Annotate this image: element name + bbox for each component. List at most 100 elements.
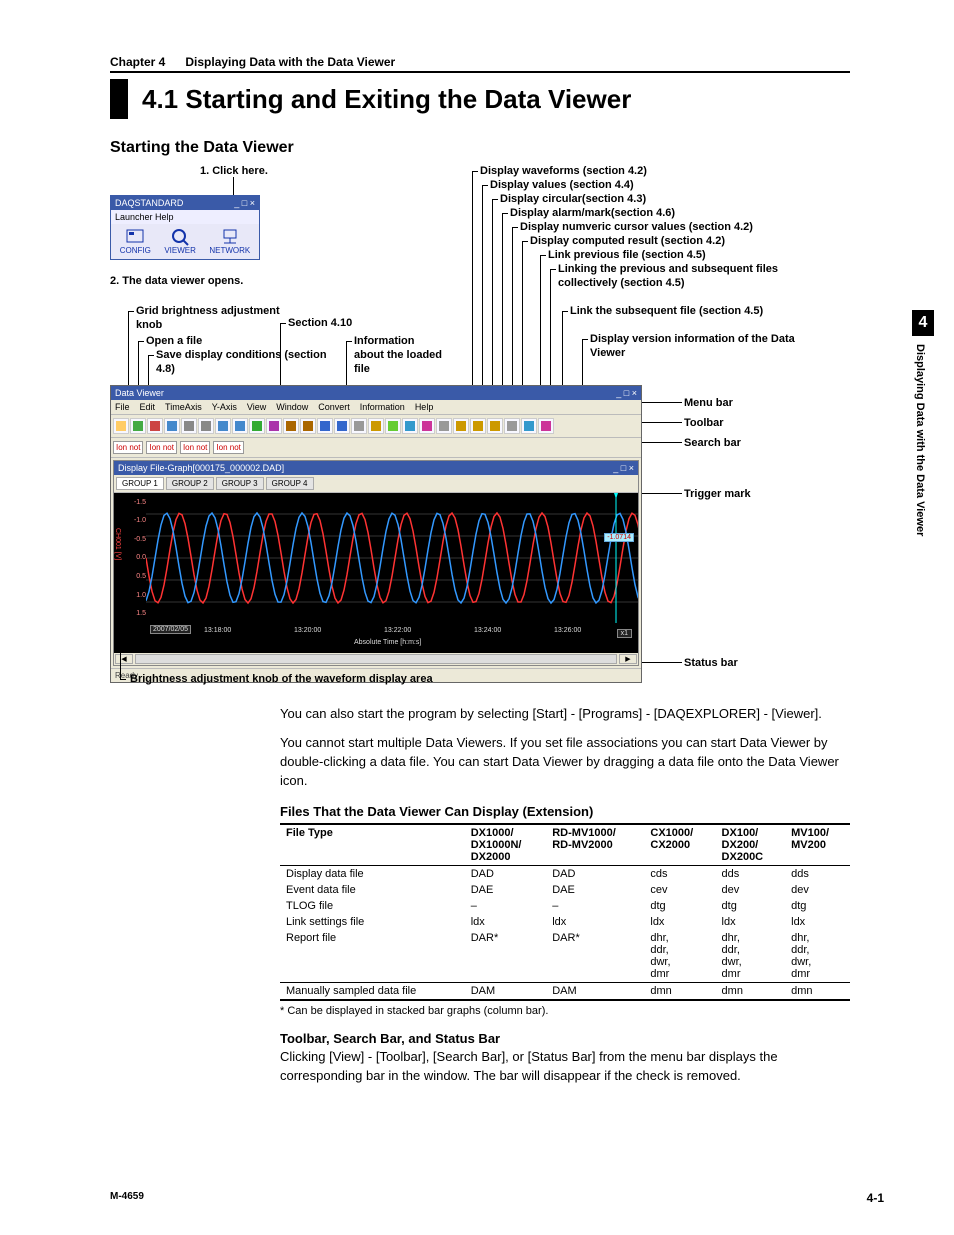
dv-tool-icon-17[interactable] [402,418,418,434]
ext-cell: DAD [465,866,547,883]
dv-tabs[interactable]: GROUP 1GROUP 2GROUP 3GROUP 4 [114,475,638,493]
dv-xtick: 13:26:00 [554,627,581,634]
dv-tab-1[interactable]: GROUP 2 [166,477,214,490]
dv-tool-icon-23[interactable] [504,418,520,434]
dv-tool-icon-4[interactable] [181,418,197,434]
toolbar-callout-1: Display values (section 4.4) [490,179,634,193]
ext-header: DX1000/DX1000N/DX2000 [465,824,547,866]
footer-right: 4-1 [867,1191,884,1205]
dv-menu-edit[interactable]: Edit [140,402,156,412]
paragraph-3: Clicking [View] - [Toolbar], [Search Bar… [280,1048,850,1086]
ext-cell: dtg [644,898,715,914]
ext-cell: DAR* [465,930,547,983]
dv-tool-icon-8[interactable] [249,418,265,434]
ext-cell: DAR* [546,930,644,983]
launcher-config-icon[interactable]: CONFIG [120,228,151,255]
ext-cell: – [465,898,547,914]
dv-tool-icon-13[interactable] [334,418,350,434]
dv-tool-icon-12[interactable] [317,418,333,434]
dv-tool-icon-5[interactable] [198,418,214,434]
dv-menu-information[interactable]: Information [360,402,405,412]
ext-cell: dev [785,882,850,898]
toolbar-callout-0: Display waveforms (section 4.2) [480,165,647,179]
ext-cell: DAM [465,983,547,1001]
dv-zoom: x1 [617,629,632,638]
toolbar-callout-8: Link the subsequent file (section 4.5) [570,305,790,319]
dv-tool-icon-19[interactable] [436,418,452,434]
dv-tool-icon-14[interactable] [351,418,367,434]
dv-tool-icon-18[interactable] [419,418,435,434]
ext-cell: ldx [785,914,850,930]
dv-tab-0[interactable]: GROUP 1 [116,477,164,490]
toolbar-callout-3: Display alarm/mark(section 4.6) [510,207,675,221]
dv-waveform-area: CH001 [V]-1.5-1.0-0.50.00.51.01.5 -1.071… [114,493,638,623]
ext-cell: DAM [546,983,644,1001]
dv-xtick: 13:20:00 [294,627,321,634]
label-open-file: Open a file [146,335,202,349]
dv-tool-icon-21[interactable] [470,418,486,434]
ext-cell: dev [716,882,786,898]
dv-search-item-0[interactable]: Ion not [113,441,143,454]
table-title: Files That the Data Viewer Can Display (… [280,804,850,819]
dv-tool-icon-0[interactable] [113,418,129,434]
ext-header: CX1000/CX2000 [644,824,715,866]
dv-ytick: 1.0 [114,592,146,599]
toolbar-callout-6: Link previous file (section 4.5) [548,249,706,263]
dv-toolbar[interactable] [111,415,641,438]
toolbar-callout-2: Display circular(section 4.3) [500,193,646,207]
launcher-window: DAQSTANDARD_ □ × Launcher Help CONFIG VI… [110,195,260,260]
ext-cell: dtg [785,898,850,914]
dv-search-item-3[interactable]: Ion not [213,441,243,454]
dv-tool-icon-24[interactable] [521,418,537,434]
toolbar-callout-7: Linking the previous and subsequent file… [558,263,788,291]
ext-header: MV100/MV200 [785,824,850,866]
label-save-cond: Save display conditions (section 4.8) [156,349,346,377]
ext-cell: cds [644,866,715,883]
dv-menu-convert[interactable]: Convert [318,402,350,412]
ext-cell: ldx [465,914,547,930]
dv-tool-icon-16[interactable] [385,418,401,434]
dv-xlabel: Absolute Time [h:m:s] [354,639,421,646]
dv-tool-icon-9[interactable] [266,418,282,434]
dv-menu-view[interactable]: View [247,402,266,412]
paragraph-2: You cannot start multiple Data Viewers. … [280,734,850,791]
dv-tool-icon-22[interactable] [487,418,503,434]
dv-ytick: 1.5 [114,610,146,617]
dv-ytick: -1.0 [114,517,146,524]
toolbar-callout-4: Display numveric cursor values (section … [520,221,753,235]
label-brightness-knob: Brightness adjustment knob of the wavefo… [130,673,433,687]
dv-tool-icon-10[interactable] [283,418,299,434]
launcher-controls: _ □ × [234,198,255,208]
dv-tool-icon-7[interactable] [232,418,248,434]
dv-cursor-value: -1.0714 [604,533,634,542]
dv-searchbar[interactable]: Ion notIon notIon notIon not [111,438,641,458]
dv-search-item-2[interactable]: Ion not [180,441,210,454]
dv-tool-icon-11[interactable] [300,418,316,434]
launcher-network-icon[interactable]: NETWORK [209,228,250,255]
ext-cell: Display data file [280,866,465,883]
dv-tool-icon-15[interactable] [368,418,384,434]
ext-cell: dhr,ddr,dwr,dmr [644,930,715,983]
dv-search-item-1[interactable]: Ion not [146,441,176,454]
dv-yunit: CH001 [V] [114,528,121,560]
dv-tool-icon-3[interactable] [164,418,180,434]
dv-menu-y-axis[interactable]: Y-Axis [212,402,237,412]
dv-tab-3[interactable]: GROUP 4 [266,477,314,490]
dv-tool-icon-1[interactable] [130,418,146,434]
dv-tool-icon-6[interactable] [215,418,231,434]
dv-menu-window[interactable]: Window [276,402,308,412]
dv-tool-icon-2[interactable] [147,418,163,434]
label-trigger: Trigger mark [684,488,751,502]
dv-tool-icon-25[interactable] [538,418,554,434]
dv-menu-help[interactable]: Help [415,402,434,412]
dv-menu-timeaxis[interactable]: TimeAxis [165,402,202,412]
dv-menu-file[interactable]: File [115,402,130,412]
launcher-viewer-icon[interactable]: VIEWER [164,228,196,255]
dv-tool-icon-20[interactable] [453,418,469,434]
dv-xtick: 13:18:00 [204,627,231,634]
dv-menubar[interactable]: File Edit TimeAxis Y-Axis View Window Convert I… [111,400,641,415]
ext-cell: – [546,898,644,914]
dv-doc-controls: _ □ × [613,463,634,473]
dv-tab-2[interactable]: GROUP 3 [216,477,264,490]
side-tab-number: 4 [912,310,934,336]
